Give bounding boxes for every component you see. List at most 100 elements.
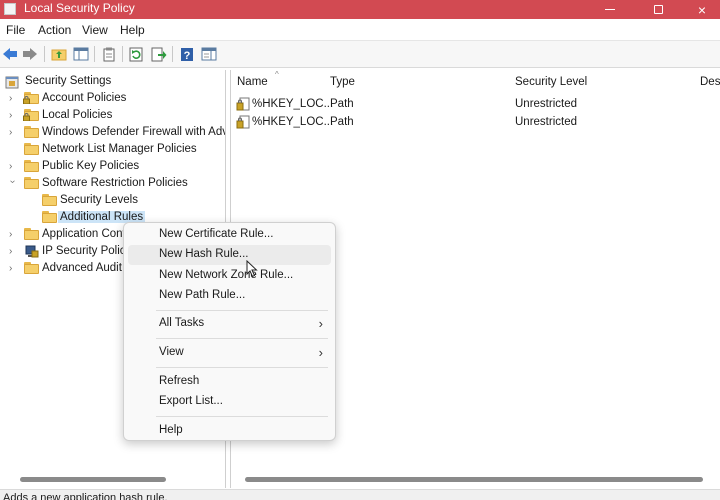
tree-label: Security Levels	[60, 194, 138, 206]
properties-icon	[103, 47, 115, 61]
sort-ascending-icon: ^	[275, 70, 279, 79]
tree-label: Windows Defender Firewall with Advan	[42, 126, 226, 138]
menu-item-label: Help	[159, 424, 183, 436]
help-button[interactable]: ?	[178, 45, 196, 63]
app-icon	[4, 3, 16, 15]
tree-horizontal-scrollbar[interactable]	[20, 477, 166, 482]
menu-item-label: New Network Zone Rule...	[159, 269, 294, 281]
maximize-icon	[653, 5, 663, 14]
menu-item-new-network-zone-rule[interactable]: New Network Zone Rule...	[128, 266, 331, 286]
up-folder-icon	[51, 49, 67, 61]
chevron-right-icon[interactable]: ›	[9, 247, 17, 257]
folder-lock-icon	[23, 92, 39, 105]
forward-button[interactable]	[21, 45, 39, 63]
menu-item-label: View	[159, 346, 184, 358]
title-bar: Local Security Policy ×	[0, 0, 720, 19]
chevron-right-icon[interactable]: ›	[9, 162, 17, 172]
chevron-right-icon[interactable]: ›	[9, 264, 17, 274]
export-list-button[interactable]	[150, 45, 168, 63]
folder-icon	[24, 160, 39, 173]
refresh-icon	[129, 47, 143, 61]
help-icon: ?	[181, 47, 193, 62]
column-header-type[interactable]: Type	[330, 76, 355, 88]
folder-lock-icon	[23, 109, 39, 122]
status-text: Adds a new application hash rule.	[3, 492, 168, 500]
menu-item-label: New Certificate Rule...	[159, 228, 274, 240]
menu-separator	[156, 416, 328, 417]
properties-button[interactable]	[100, 45, 118, 63]
path-rule-icon	[236, 97, 250, 111]
menu-item-new-hash-rule[interactable]: New Hash Rule...	[128, 245, 331, 265]
chevron-down-icon[interactable]: ›	[7, 180, 18, 188]
chevron-right-icon[interactable]: ›	[9, 111, 17, 121]
tree-item-network-list-manager-policies[interactable]: Network List Manager Policies	[0, 142, 225, 158]
chevron-right-icon[interactable]: ›	[9, 230, 17, 240]
path-rule-icon	[236, 115, 250, 129]
tree-item-account-policies[interactable]: › Account Policies	[0, 91, 225, 107]
show-hide-console-tree-button[interactable]	[72, 45, 90, 63]
tree-label: Advanced Audit I	[42, 262, 129, 274]
chevron-right-icon[interactable]: ›	[9, 128, 17, 138]
folder-icon	[24, 143, 39, 156]
menu-action[interactable]: Action	[38, 23, 71, 37]
folder-icon	[24, 126, 39, 139]
menu-item-help[interactable]: Help	[128, 421, 331, 441]
security-settings-icon	[5, 75, 20, 89]
list-horizontal-scrollbar[interactable]	[245, 477, 703, 482]
cell-security-level: Unrestricted	[515, 116, 577, 128]
menu-file[interactable]: File	[6, 23, 25, 37]
context-menu: New Certificate Rule... New Hash Rule...…	[123, 222, 336, 441]
menu-item-label: Export List...	[159, 395, 223, 407]
tree-label: Account Policies	[42, 92, 127, 104]
toolbar-separator	[172, 46, 173, 62]
tree-item-security-levels[interactable]: Security Levels	[0, 193, 225, 209]
menu-item-refresh[interactable]: Refresh	[128, 372, 331, 392]
tree-item-windows-defender-firewall[interactable]: › Windows Defender Firewall with Advan	[0, 125, 226, 141]
minimize-icon	[605, 9, 615, 10]
folder-icon	[24, 262, 39, 275]
chevron-right-icon: ›	[318, 345, 323, 360]
table-row[interactable]: %HKEY_LOC... Path Unrestricted	[231, 114, 720, 131]
menu-item-new-certificate-rule[interactable]: New Certificate Rule...	[128, 225, 331, 245]
folder-open-icon	[24, 177, 39, 190]
table-row[interactable]: %HKEY_LOC... Path Unrestricted	[231, 96, 720, 113]
close-icon: ×	[697, 1, 707, 18]
window-title: Local Security Policy	[24, 1, 135, 15]
menu-item-label: All Tasks	[159, 317, 205, 329]
tree-item-public-key-policies[interactable]: › Public Key Policies	[0, 159, 225, 175]
menu-item-new-path-rule[interactable]: New Path Rule...	[128, 286, 331, 306]
menu-item-all-tasks[interactable]: All Tasks ›	[128, 314, 331, 334]
tree-item-local-policies[interactable]: › Local Policies	[0, 108, 225, 124]
tree-root-security-settings[interactable]: Security Settings	[0, 74, 225, 90]
tree-label: IP Security Policie	[42, 245, 135, 257]
menu-item-export-list[interactable]: Export List...	[128, 392, 331, 412]
back-button[interactable]	[1, 45, 19, 63]
refresh-button[interactable]	[128, 45, 146, 63]
tree-label: Security Settings	[25, 75, 112, 87]
menu-item-label: New Path Rule...	[159, 289, 246, 301]
column-header-name[interactable]: Name	[237, 76, 268, 88]
show-hide-action-pane-button[interactable]	[200, 45, 218, 63]
status-bar: Adds a new application hash rule.	[0, 489, 720, 500]
tree-label: Local Policies	[42, 109, 113, 121]
close-button[interactable]: ×	[680, 0, 720, 19]
cell-security-level: Unrestricted	[515, 98, 577, 110]
folder-icon	[24, 228, 39, 241]
mouse-cursor-icon	[246, 260, 258, 278]
tree-item-software-restriction-policies[interactable]: › Software Restriction Policies	[0, 176, 225, 192]
menu-view[interactable]: View	[82, 23, 108, 37]
tree-label: Application Cont	[42, 228, 126, 240]
column-header-security-level[interactable]: Security Level	[515, 76, 587, 88]
folder-icon	[42, 194, 57, 207]
up-one-level-button[interactable]	[50, 45, 68, 63]
chevron-right-icon[interactable]: ›	[9, 94, 17, 104]
folder-icon	[42, 211, 57, 224]
minimize-button[interactable]	[588, 0, 632, 19]
export-list-icon	[151, 47, 167, 61]
column-header-description[interactable]: Des	[700, 76, 720, 88]
chevron-right-icon: ›	[318, 316, 323, 331]
show-action-pane-icon	[201, 47, 217, 61]
maximize-button[interactable]	[636, 0, 680, 19]
menu-help[interactable]: Help	[120, 23, 145, 37]
menu-item-view[interactable]: View ›	[128, 343, 331, 363]
